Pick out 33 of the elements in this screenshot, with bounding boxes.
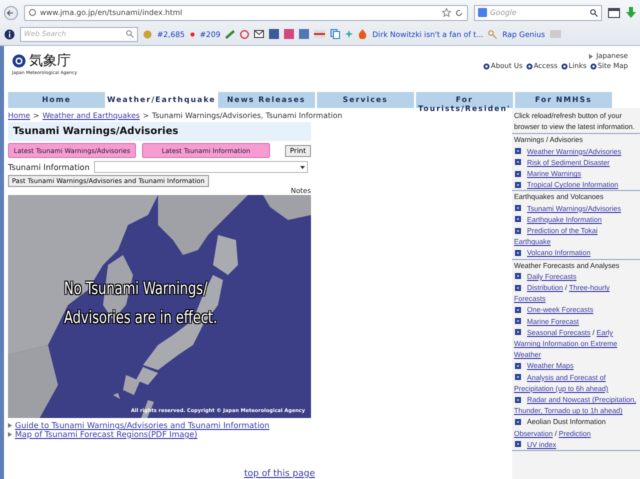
logo-text: 気象庁: [29, 52, 71, 70]
bullet-icon: [590, 62, 597, 70]
coin-icon: [143, 30, 152, 39]
logo-icon: [12, 54, 26, 68]
search-icon[interactable]: [590, 8, 598, 17]
top-link[interactable]: top of this page: [244, 469, 315, 479]
page-title: Tsunami Warnings/Advisories: [8, 122, 311, 141]
google-icon: [478, 8, 487, 18]
tsunami-select[interactable]: [94, 161, 308, 173]
fire-icon[interactable]: [358, 29, 368, 40]
window-icon[interactable]: [608, 8, 620, 18]
star-icon[interactable]: [442, 8, 451, 18]
bullet-icon: [482, 62, 490, 70]
app-icon[interactable]: [284, 29, 294, 40]
arrow-icon: [589, 54, 594, 58]
caret-icon: [300, 166, 305, 168]
select-label: Tsunami Information: [8, 162, 90, 172]
dot-icon: [190, 32, 195, 37]
facebook-icon[interactable]: [269, 29, 280, 40]
back-icon[interactable]: [4, 6, 18, 20]
sparkle-icon[interactable]: [345, 30, 354, 38]
guide-link[interactable]: Guide to Tsunami Warnings/Advisories and Tsunami Information: [15, 421, 270, 430]
mail-icon[interactable]: [254, 30, 264, 38]
app-icon[interactable]: [299, 29, 310, 40]
guide-link[interactable]: Map of Tsunami Forecast Regions(PDF Image): [15, 430, 198, 439]
bullet-icon: [526, 62, 533, 70]
reload-icon[interactable]: [455, 8, 463, 17]
card-icon[interactable]: [314, 30, 326, 38]
globe-icon: [29, 9, 36, 16]
download-icon[interactable]: [626, 6, 636, 19]
info-icon[interactable]: [4, 28, 15, 40]
bullet-icon: [560, 62, 568, 70]
copy-icon[interactable]: [330, 29, 340, 40]
